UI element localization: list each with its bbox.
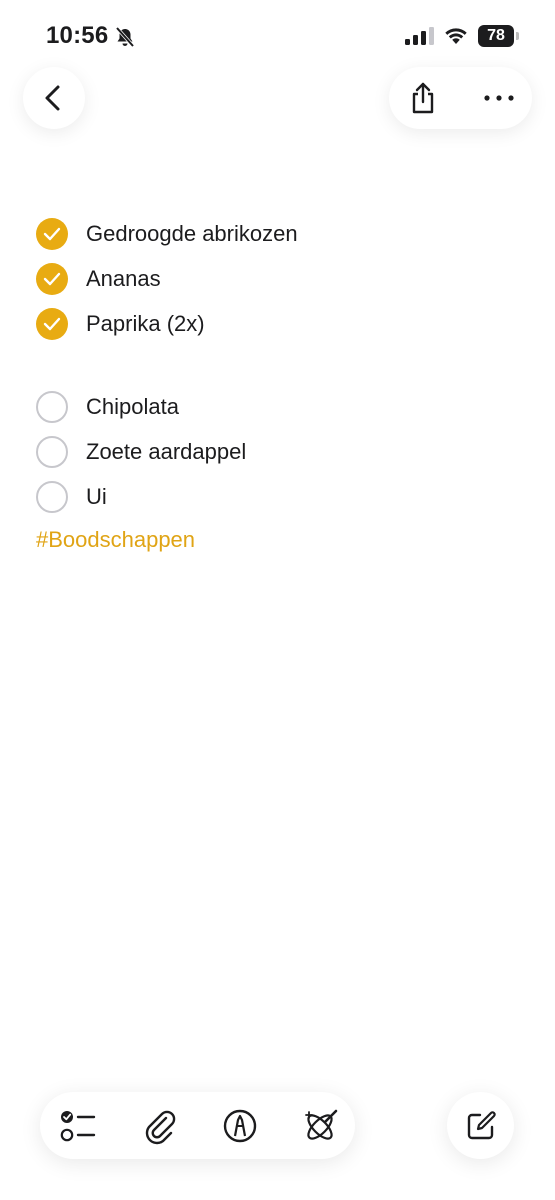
checklist-item-checked[interactable]: Ananas <box>36 263 161 295</box>
wifi-icon <box>445 28 467 44</box>
checklist-item-label[interactable]: Zoete aardappel <box>86 439 246 465</box>
checklist-item-unchecked[interactable]: Chipolata <box>36 391 179 423</box>
checklist-item-label[interactable]: Chipolata <box>86 394 179 420</box>
writing-tools-icon <box>305 1109 338 1140</box>
more-button[interactable] <box>481 80 517 116</box>
bell-slash-icon <box>115 26 135 48</box>
empty-circle-icon[interactable] <box>36 436 68 468</box>
checklist-item-checked[interactable]: Gedroogde abrikozen <box>36 218 298 250</box>
checkmark-circle-icon[interactable] <box>36 218 68 250</box>
checklist-item-label[interactable]: Gedroogde abrikozen <box>86 221 298 247</box>
back-button[interactable] <box>23 67 85 129</box>
share-button[interactable] <box>405 80 441 116</box>
attachment-button[interactable] <box>140 1106 180 1146</box>
note-tag[interactable]: #Boodschappen <box>36 527 195 553</box>
checklist-icon <box>60 1111 96 1142</box>
status-bar: 10:56 78 <box>0 0 555 70</box>
status-time: 10:56 <box>46 22 109 49</box>
battery-tip <box>516 32 519 40</box>
chevron-left-icon <box>45 85 60 111</box>
empty-circle-icon[interactable] <box>36 391 68 423</box>
checklist-item-unchecked[interactable]: Ui <box>36 481 107 513</box>
checklist-item-label[interactable]: Ui <box>86 484 107 510</box>
checklist-item-unchecked[interactable]: Zoete aardappel <box>36 436 246 468</box>
compose-icon <box>467 1111 496 1140</box>
ellipsis-icon <box>484 95 514 101</box>
header-actions <box>389 67 532 129</box>
cellular-signal-icon <box>405 27 434 45</box>
share-icon <box>412 82 434 114</box>
bottom-toolbar <box>40 1092 355 1159</box>
checklist-item-checked[interactable]: Paprika (2x) <box>36 308 205 340</box>
battery-level: 78 <box>487 27 505 44</box>
empty-circle-icon[interactable] <box>36 481 68 513</box>
checklist-item-label[interactable]: Paprika (2x) <box>86 311 205 337</box>
compose-button[interactable] <box>447 1092 514 1159</box>
markup-pen-icon <box>223 1109 257 1143</box>
checklist-button[interactable] <box>58 1106 98 1146</box>
markup-button[interactable] <box>220 1106 260 1146</box>
writing-tools-button[interactable] <box>301 1106 341 1146</box>
battery-icon: 78 <box>478 25 514 47</box>
checkmark-circle-icon[interactable] <box>36 308 68 340</box>
checklist-item-label[interactable]: Ananas <box>86 266 161 292</box>
checkmark-circle-icon[interactable] <box>36 263 68 295</box>
paperclip-icon <box>145 1110 176 1145</box>
